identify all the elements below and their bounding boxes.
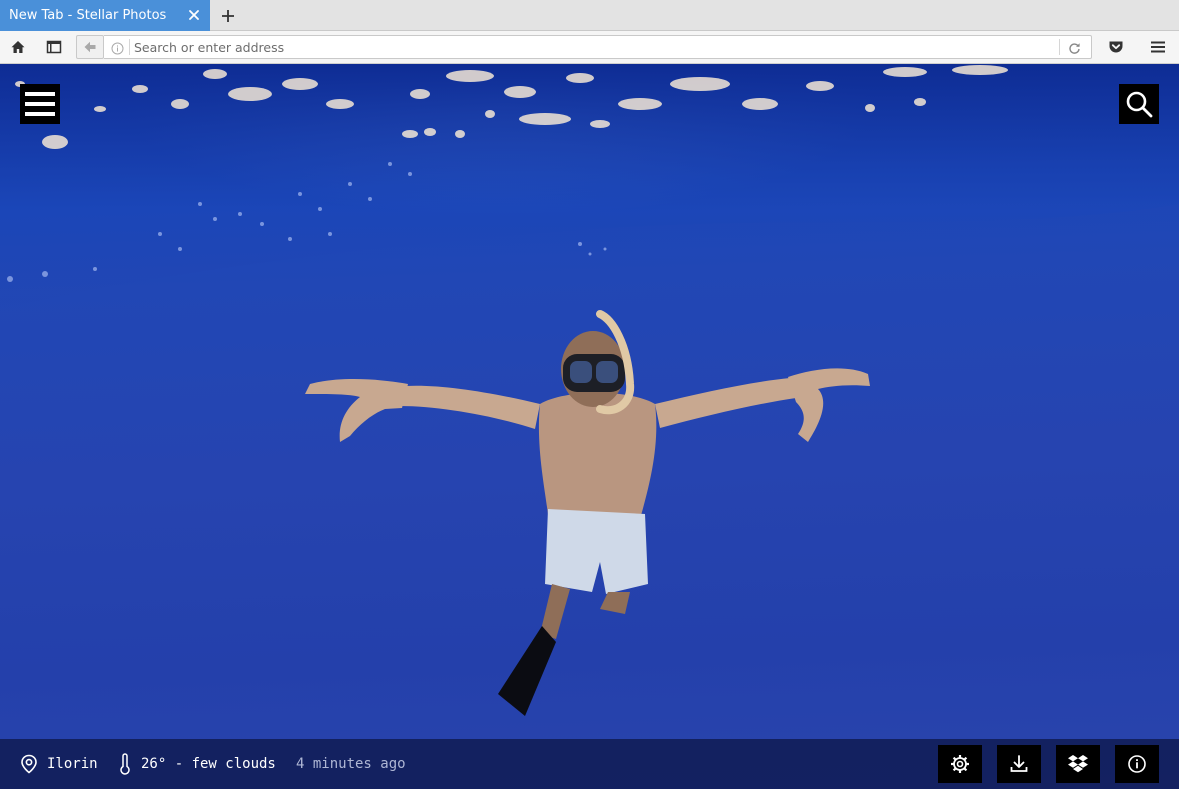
back-button[interactable] — [76, 35, 104, 59]
tab-active[interactable]: New Tab - Stellar Photos — [0, 0, 210, 31]
settings-button[interactable] — [938, 745, 982, 783]
location-info: Ilorin — [20, 739, 98, 789]
sidebar-icon — [46, 40, 62, 54]
info-icon — [1128, 755, 1146, 773]
info-circle-icon[interactable] — [109, 40, 125, 56]
tab-bar: New Tab - Stellar Photos — [0, 0, 1179, 31]
updated-info: 4 minutes ago — [296, 739, 406, 789]
gear-icon — [951, 755, 969, 773]
dropbox-icon — [1068, 755, 1088, 773]
home-icon — [11, 41, 25, 53]
location-pin-icon — [21, 754, 37, 774]
menu-button[interactable] — [20, 84, 60, 124]
pocket-icon — [1109, 41, 1123, 53]
nav-bar — [0, 31, 1179, 64]
updated-label: 4 minutes ago — [296, 756, 406, 772]
new-tab-button[interactable] — [218, 6, 238, 26]
search-icon — [1126, 91, 1153, 118]
sidebar-button[interactable] — [43, 37, 65, 57]
search-button[interactable] — [1119, 84, 1159, 124]
hamburger-icon — [1151, 41, 1165, 53]
url-separator-right — [1059, 39, 1060, 55]
home-button[interactable] — [7, 37, 29, 57]
location-label: Ilorin — [47, 756, 98, 772]
download-icon — [1010, 755, 1028, 772]
dropbox-button[interactable] — [1056, 745, 1100, 783]
tab-title: New Tab - Stellar Photos — [9, 8, 167, 23]
download-button[interactable] — [997, 745, 1041, 783]
pocket-button[interactable] — [1105, 37, 1127, 57]
url-separator — [129, 39, 130, 55]
address-input[interactable] — [134, 38, 1054, 56]
weather-info: 26° - few clouds — [118, 739, 276, 789]
plus-icon — [222, 10, 234, 22]
browser-menu-button[interactable] — [1147, 37, 1169, 57]
url-bar — [104, 35, 1092, 59]
hamburger-icon — [25, 92, 55, 116]
arrow-left-icon — [84, 41, 96, 53]
weather-label: 26° - few clouds — [141, 756, 276, 772]
close-icon[interactable] — [187, 8, 201, 22]
new-tab-page: Ilorin 26° - few clouds 4 minutes ago — [0, 64, 1179, 789]
about-button[interactable] — [1115, 745, 1159, 783]
snorkeler-image — [305, 310, 870, 716]
bottom-bar: Ilorin 26° - few clouds 4 minutes ago — [0, 739, 1179, 789]
reload-icon[interactable] — [1066, 40, 1082, 56]
thermometer-icon — [120, 753, 130, 775]
